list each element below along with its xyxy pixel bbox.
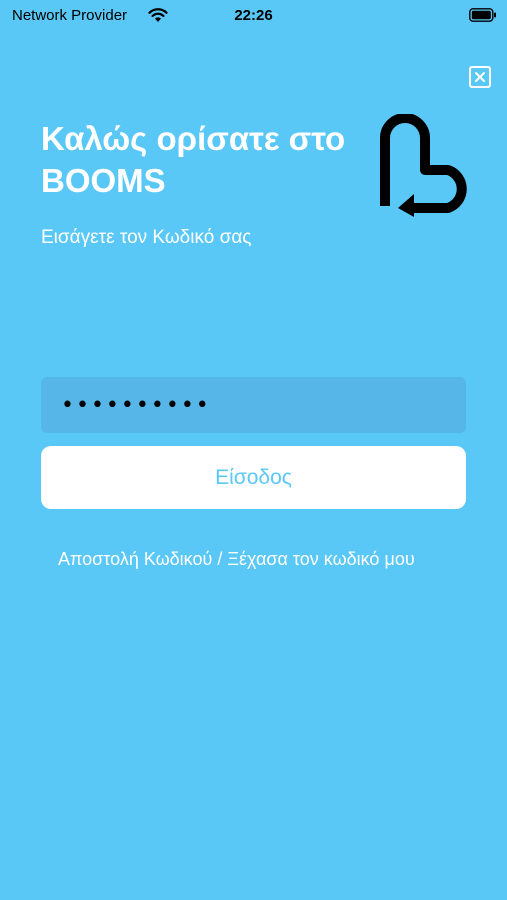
- page-subtitle: Εισάγετε τον Κωδικό σας: [41, 227, 252, 248]
- page-title: Καλώς ορίσατε στο BOOMS: [41, 120, 346, 199]
- clock: 22:26: [234, 7, 273, 24]
- booms-logo-icon: [380, 114, 467, 217]
- password-input[interactable]: [41, 377, 466, 433]
- password-field[interactable]: [41, 377, 466, 433]
- battery-icon: [469, 8, 497, 26]
- login-button[interactable]: Είσοδος: [41, 446, 466, 509]
- close-icon: [475, 72, 485, 82]
- close-button[interactable]: [469, 66, 491, 88]
- forgot-password-link[interactable]: Αποστολή Κωδικού / Ξέχασα τον κωδικό μου: [58, 549, 415, 570]
- status-bar: Network Provider 22:26: [0, 0, 507, 32]
